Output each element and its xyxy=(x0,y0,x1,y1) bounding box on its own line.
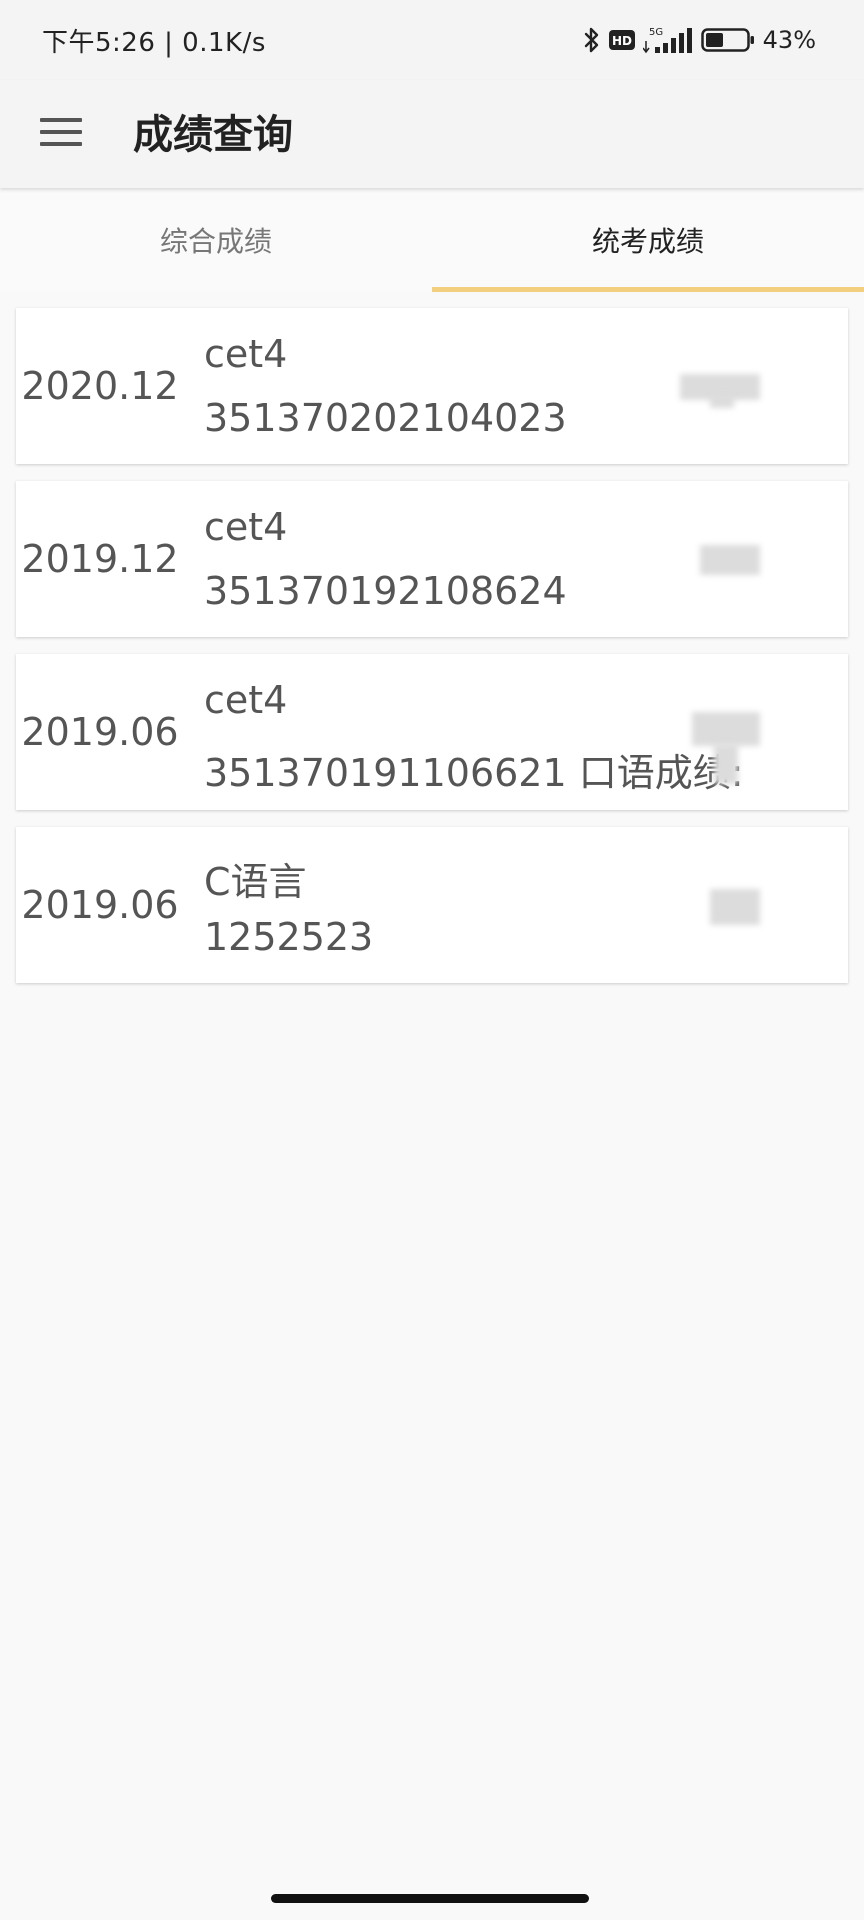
bluetooth-icon xyxy=(583,26,601,54)
battery-percent: 43% xyxy=(762,26,816,54)
app-screen: 下午5:26 | 0.1K/s HD 5G 43% 成绩查询 综合成绩 统考成绩… xyxy=(0,0,864,1920)
score-card[interactable]: 2020.12 cet4 351370202104023 xyxy=(16,308,848,464)
exam-date: 2019.12 xyxy=(21,537,179,581)
battery-icon xyxy=(700,27,755,53)
hd-icon: HD xyxy=(608,30,635,50)
exam-date: 2019.06 xyxy=(21,710,179,754)
tab-unified-exam-scores[interactable]: 统考成绩 xyxy=(432,188,864,292)
exam-name: cet4 xyxy=(204,505,288,549)
exam-name: cet4 xyxy=(204,332,288,376)
exam-name: cet4 xyxy=(204,678,288,722)
exam-date: 2020.12 xyxy=(21,364,179,408)
score-redacted xyxy=(680,885,760,925)
score-card[interactable]: 2019.06 cet4 351370191106621 口语成绩: xyxy=(16,654,848,810)
status-time-speed: 下午5:26 | 0.1K/s xyxy=(42,28,266,58)
signal-icon: 5G xyxy=(642,25,693,55)
exam-date: 2019.06 xyxy=(21,883,179,927)
score-redacted xyxy=(680,712,760,784)
ticket-number: 351370202104023 xyxy=(204,396,567,440)
score-redacted xyxy=(680,539,760,579)
app-bar: 成绩查询 xyxy=(0,80,864,188)
score-list: 2020.12 cet4 351370202104023 2019.12 cet… xyxy=(16,308,848,983)
page-title: 成绩查询 xyxy=(133,112,293,158)
home-indicator[interactable] xyxy=(271,1894,589,1903)
score-card[interactable]: 2019.06 C语言 1252523 xyxy=(16,827,848,983)
ticket-number: 1252523 xyxy=(204,915,374,959)
hd-label: HD xyxy=(612,34,632,48)
network-label: 5G xyxy=(649,27,663,38)
score-card[interactable]: 2019.12 cet4 351370192108624 xyxy=(16,481,848,637)
ticket-number: 351370192108624 xyxy=(204,569,567,613)
status-icons: HD 5G 43% xyxy=(583,20,816,60)
exam-name: C语言 xyxy=(204,860,307,904)
score-redacted xyxy=(680,366,760,408)
tab-bar: 综合成绩 统考成绩 xyxy=(0,188,864,292)
status-bar: 下午5:26 | 0.1K/s HD 5G 43% xyxy=(0,0,864,80)
ticket-number: 351370191106621 口语成绩: xyxy=(204,751,744,795)
menu-icon[interactable] xyxy=(40,110,84,154)
tab-comprehensive-scores[interactable]: 综合成绩 xyxy=(0,188,432,292)
